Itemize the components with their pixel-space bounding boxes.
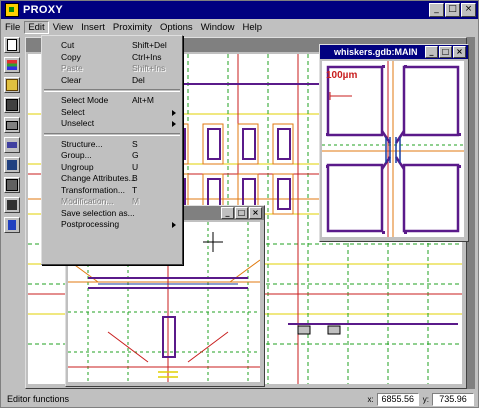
- status-bar: Editor functions x: 6855.56 y: 735.96: [1, 391, 478, 407]
- menu-item-cut[interactable]: Cut Shift+Del: [42, 40, 182, 52]
- whiskers-title: whiskers.gdb:MAIN: [334, 47, 418, 57]
- menu-item-unselect[interactable]: Unselect: [42, 118, 182, 130]
- submenu-arrow-icon: [172, 222, 176, 228]
- submenu-arrow-icon: [172, 121, 176, 127]
- coordinate-x: x: 6855.56: [368, 392, 419, 406]
- menu-separator: [44, 132, 180, 136]
- minimize-button[interactable]: _: [429, 3, 444, 17]
- app-window: PROXY _ □ × File Edit View Insert Proxim…: [0, 0, 479, 408]
- detail-minimize-button[interactable]: _: [221, 207, 234, 219]
- open-icon[interactable]: [4, 77, 20, 93]
- whiskers-maximize-button[interactable]: □: [439, 46, 452, 58]
- menu-item-postprocessing[interactable]: Postprocessing: [42, 219, 182, 231]
- menu-insert[interactable]: Insert: [77, 22, 109, 33]
- copy-icon[interactable]: [4, 157, 20, 173]
- paste-icon[interactable]: [4, 177, 20, 193]
- menu-item-group[interactable]: Group... G: [42, 150, 182, 162]
- save-icon[interactable]: [4, 97, 20, 113]
- menu-bar: File Edit View Insert Proximity Options …: [1, 19, 478, 35]
- menu-item-change-attributes[interactable]: Change Attributes... B: [42, 173, 182, 185]
- menu-separator: [44, 89, 180, 92]
- new-icon[interactable]: [4, 37, 20, 53]
- maximize-button[interactable]: □: [445, 3, 460, 17]
- cut-icon[interactable]: [4, 137, 20, 153]
- menu-item-ungroup[interactable]: Ungroup U: [42, 162, 182, 174]
- help-icon[interactable]: [4, 217, 20, 233]
- detail-maximize-button[interactable]: □: [235, 207, 248, 219]
- close-button[interactable]: ×: [461, 3, 476, 17]
- whiskers-window[interactable]: whiskers.gdb:MAIN _ □ × 100µm: [319, 44, 469, 242]
- detail-close-button[interactable]: ×: [249, 207, 262, 219]
- layers-icon[interactable]: [4, 57, 20, 73]
- app-title: PROXY: [23, 4, 64, 16]
- scale-label: 100µm: [326, 70, 357, 81]
- menu-item-copy[interactable]: Copy Ctrl+Ins: [42, 52, 182, 64]
- menu-view[interactable]: View: [49, 22, 77, 33]
- menu-item-structure[interactable]: Structure... S: [42, 139, 182, 151]
- left-toolbar: [3, 37, 23, 237]
- zoom-icon[interactable]: [4, 197, 20, 213]
- menu-file[interactable]: File: [1, 22, 24, 33]
- edit-menu-dropdown: Cut Shift+Del Copy Ctrl+Ins Paste Shift+Ins…: [41, 35, 183, 265]
- submenu-arrow-icon: [172, 109, 176, 116]
- menu-item-clear[interactable]: Clear Del: [42, 75, 182, 87]
- status-message: Editor functions: [7, 394, 70, 404]
- print-icon[interactable]: [4, 117, 20, 133]
- menu-options[interactable]: Options: [156, 22, 197, 33]
- menu-window[interactable]: Window: [197, 22, 239, 33]
- menu-help[interactable]: Help: [238, 22, 266, 33]
- whiskers-close-button[interactable]: ×: [453, 46, 466, 58]
- menu-edit[interactable]: Edit: [24, 20, 49, 34]
- whiskers-canvas[interactable]: 100µm: [322, 61, 464, 237]
- menu-item-select-mode[interactable]: Select Mode Alt+M: [42, 95, 182, 107]
- title-bar[interactable]: PROXY _ □ ×: [1, 1, 478, 19]
- menu-item-modification: Modification... M: [61, 196, 140, 206]
- menu-item-transformation[interactable]: Transformation... T: [42, 185, 182, 197]
- menu-item-paste: Paste Shift+Ins: [61, 63, 166, 73]
- whiskers-minimize-button[interactable]: _: [425, 46, 438, 58]
- menu-item-save-selection[interactable]: Save selection as...: [42, 208, 182, 220]
- app-logo-icon: [5, 3, 19, 17]
- menu-proximity[interactable]: Proximity: [109, 22, 156, 33]
- menu-item-select[interactable]: Select: [42, 107, 182, 119]
- whiskers-drawing: 100µm: [322, 61, 464, 237]
- coordinate-y: y: 735.96: [423, 392, 474, 406]
